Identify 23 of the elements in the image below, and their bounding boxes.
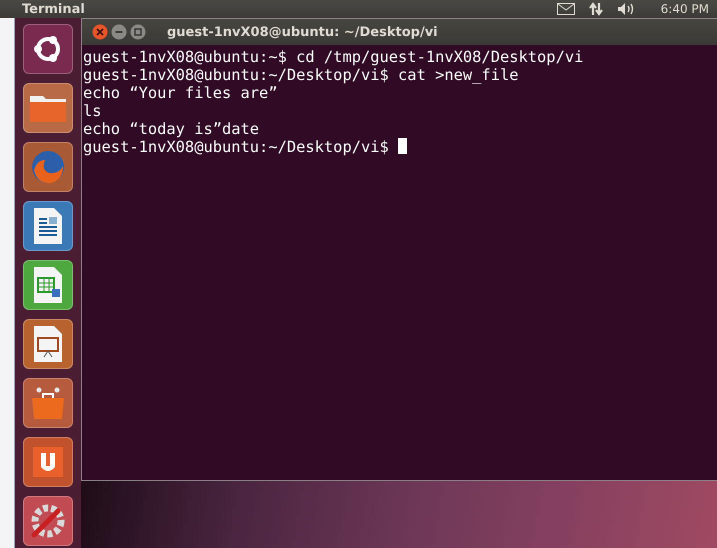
folder-launcher-icon[interactable] — [23, 83, 73, 133]
terminal-line: guest-1nvX08@ubuntu:~/Desktop/vi$ cat >new_file — [83, 66, 518, 84]
app-title: Terminal — [22, 2, 86, 16]
window-title: guest-1nvX08@ubuntu: ~/Desktop/vi — [167, 24, 438, 40]
terminal-line: guest-1nvX08@ubuntu:~$ cd /tmp/guest-1nvX08/Desktop/vi — [83, 48, 584, 66]
document-launcher-icon[interactable] — [23, 201, 73, 251]
shopping-bag-launcher-icon[interactable] — [23, 378, 73, 428]
maximize-button[interactable] — [130, 24, 146, 40]
terminal-line: echo “today is”date — [83, 120, 260, 138]
terminal-line: ls — [83, 102, 102, 120]
settings-launcher-icon[interactable] — [23, 496, 73, 546]
dash-launcher-icon[interactable] — [23, 24, 73, 74]
clock[interactable]: 6:40 PM — [660, 2, 709, 16]
presentation-launcher-icon[interactable] — [23, 319, 73, 369]
network-icon[interactable] — [588, 2, 603, 16]
close-button[interactable] — [92, 24, 108, 40]
spreadsheet-launcher-icon[interactable] — [23, 260, 73, 310]
minimize-button[interactable] — [111, 24, 127, 40]
mail-icon[interactable] — [556, 3, 575, 15]
terminal-line: echo “Your files are” — [83, 84, 278, 102]
terminal-line: guest-1nvX08@ubuntu:~/Desktop/vi$ — [83, 138, 390, 156]
ubuntu-one-launcher-icon[interactable] — [23, 437, 73, 487]
text-cursor — [398, 138, 408, 154]
